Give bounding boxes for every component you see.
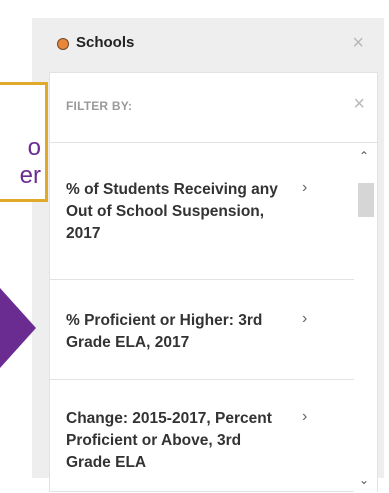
filter-item-suspension[interactable]: % of Students Receiving any Out of Schoo… xyxy=(50,143,354,280)
tutorial-callout: o er xyxy=(0,82,48,202)
chevron-right-icon: › xyxy=(302,310,308,327)
chevron-right-icon: › xyxy=(302,179,308,196)
filter-item-change-2015-2017[interactable]: Change: 2015-2017, Percent Proficient or… xyxy=(50,380,354,493)
status-dot-icon xyxy=(58,39,68,49)
filter-by-label: FILTER BY: xyxy=(66,99,133,113)
chevron-right-icon: › xyxy=(302,408,308,425)
filter-close-icon[interactable]: × xyxy=(353,93,365,116)
scroll-thumb[interactable] xyxy=(358,183,374,217)
pointer-arrow-icon xyxy=(0,288,36,368)
scroll-down-icon[interactable]: ⌄ xyxy=(359,473,369,487)
filter-card: FILTER BY: × % of Students Receiving any… xyxy=(49,72,378,493)
filter-item-label: Change: 2015-2017, Percent Proficient or… xyxy=(66,410,272,471)
callout-text-line-2: er xyxy=(19,162,41,189)
schools-panel: Schools × FILTER BY: × % of Students Rec… xyxy=(32,18,384,493)
scroll-up-icon[interactable]: ⌃ xyxy=(359,149,369,163)
filter-header: FILTER BY: × xyxy=(50,73,377,143)
panel-title: Schools xyxy=(76,34,135,51)
filter-item-label: % Proficient or Higher: 3rd Grade ELA, 2… xyxy=(66,312,263,351)
filter-item-label: % of Students Receiving any Out of Schoo… xyxy=(66,181,278,242)
panel-header: Schools × xyxy=(32,18,384,72)
callout-text-line-1: o xyxy=(27,134,41,161)
scrollbar[interactable]: ⌃ ⌄ xyxy=(354,143,377,493)
filter-item-proficient-3rd-ela[interactable]: % Proficient or Higher: 3rd Grade ELA, 2… xyxy=(50,280,354,380)
filter-list: % of Students Receiving any Out of Schoo… xyxy=(50,143,377,493)
close-icon[interactable]: × xyxy=(352,32,364,55)
